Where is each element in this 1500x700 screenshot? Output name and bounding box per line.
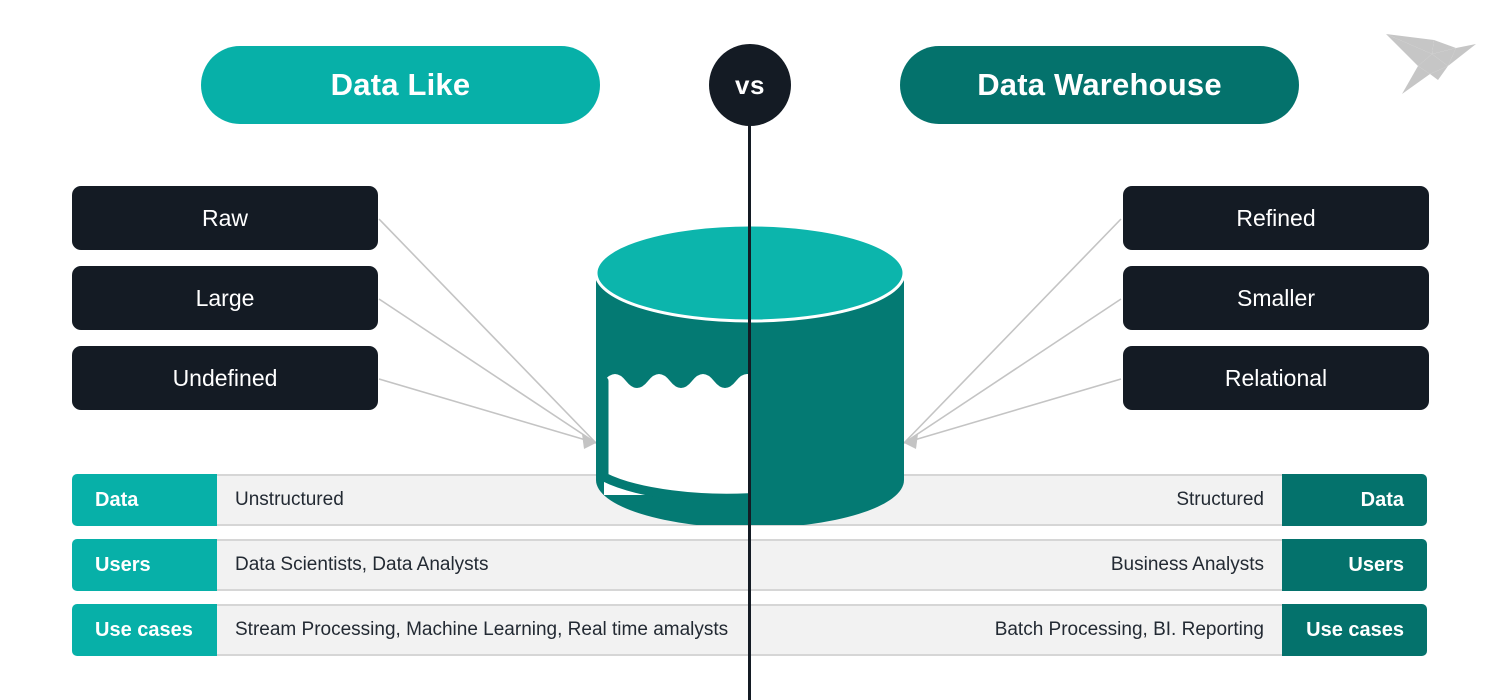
attribute-label: Refined <box>1236 204 1316 231</box>
attribute-box-left-3[interactable]: Undefined <box>72 346 378 410</box>
attribute-box-right-2[interactable]: Smaller <box>1123 266 1429 330</box>
attribute-box-right-1[interactable]: Refined <box>1123 186 1429 250</box>
attribute-label: Relational <box>1224 364 1328 391</box>
attribute-label: Raw <box>201 204 248 231</box>
infographic-canvas: Data Like Data Warehouse vs Raw Large Un… <box>0 0 1500 700</box>
versus-label: vs <box>735 69 765 100</box>
center-divider-line <box>748 85 751 700</box>
attribute-label: Large <box>195 284 255 311</box>
attribute-box-left-1[interactable]: Raw <box>72 186 378 250</box>
attribute-label: Smaller <box>1237 284 1315 311</box>
attribute-box-right-3[interactable]: Relational <box>1123 346 1429 410</box>
versus-badge: vs <box>709 44 791 126</box>
attribute-box-left-2[interactable]: Large <box>72 266 378 330</box>
attribute-label: Undefined <box>172 364 278 391</box>
